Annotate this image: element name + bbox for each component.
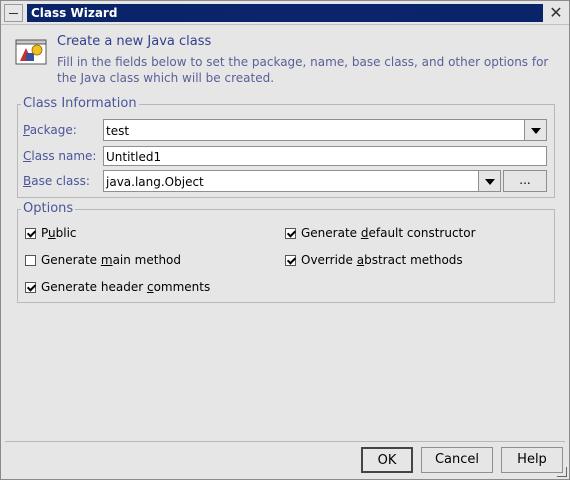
default-constructor-checkbox[interactable]: Generate default constructor [285,224,476,242]
abstract-methods-label-pre: Override [301,253,357,267]
window-title: Class Wizard [31,6,118,20]
main-method-label-mnemonic: m [100,253,113,267]
public-label-post: blic [55,226,77,240]
class-information-label: Class Information [21,96,139,111]
public-label-mnemonic: u [48,226,56,240]
header-comments-label-post: omments [153,280,211,294]
base-class-label: Base class: [23,172,90,190]
title-bar: Class Wizard ✕ [1,1,569,25]
header-comments-checkbox-box[interactable] [25,281,36,293]
package-label: Package: [23,121,77,139]
class-name-label: Class name: [23,147,96,165]
base-class-label-rest: ase class: [31,174,90,188]
button-separator [5,441,565,442]
resize-grip-icon[interactable] [557,467,567,477]
package-value: test [106,124,130,138]
abstract-methods-label: Override abstract methods [301,253,463,267]
package-mnemonic: P [23,123,30,137]
package-dropdown-icon[interactable] [524,120,546,140]
package-combo[interactable]: test [103,119,547,141]
base-class-value: java.lang.Object [106,175,204,189]
header-comments-label-pre: Generate header [41,280,147,294]
class-wizard-icon [15,39,47,65]
main-method-label-post: ain method [112,253,182,267]
class-name-field[interactable]: Untitled1 [103,146,547,166]
header-description: Fill in the fields below to set the pack… [57,55,549,85]
class-name-value: Untitled1 [106,150,162,164]
main-method-checkbox[interactable]: Generate main method [25,251,181,269]
base-class-combo[interactable]: java.lang.Object [103,170,501,192]
base-class-dropdown-icon[interactable] [478,171,500,191]
ok-button[interactable]: OK [361,447,413,473]
public-label-pre: P [41,226,49,240]
public-checkbox[interactable]: Public [25,224,77,242]
main-method-label: Generate main method [41,253,181,267]
class-wizard-window: Class Wizard ✕ Create a new Java class F… [0,0,570,480]
default-constructor-label: Generate default constructor [301,226,476,240]
options-label: Options [21,201,76,216]
abstract-methods-label-post: bstract methods [364,253,463,267]
package-label-rest: ackage: [29,123,77,137]
default-constructor-checkbox-box[interactable] [285,227,296,239]
main-method-checkbox-box[interactable] [25,254,36,266]
header-comments-label: Generate header comments [41,280,210,294]
abstract-methods-checkbox-box[interactable] [285,254,296,266]
abstract-methods-label-mnemonic: a [356,253,365,267]
system-menu-icon[interactable] [4,4,23,22]
class-name-label-rest: lass name: [31,149,97,163]
cancel-button[interactable]: Cancel [421,447,493,473]
main-method-label-pre: Generate [41,253,101,267]
header-comments-checkbox[interactable]: Generate header comments [25,278,210,296]
default-constructor-label-post: efault constructor [368,226,476,240]
browse-base-class-button[interactable]: ... [503,170,547,192]
base-class-mnemonic: B [23,174,32,188]
default-constructor-label-pre: Generate [301,226,361,240]
header-comments-label-mnemonic: c [146,280,154,294]
help-button[interactable]: Help [501,447,563,473]
close-icon[interactable]: ✕ [546,4,566,22]
abstract-methods-checkbox[interactable]: Override abstract methods [285,251,463,269]
header-title: Create a new Java class [57,34,212,49]
public-checkbox-box[interactable] [25,227,36,239]
public-label: Public [41,226,77,240]
